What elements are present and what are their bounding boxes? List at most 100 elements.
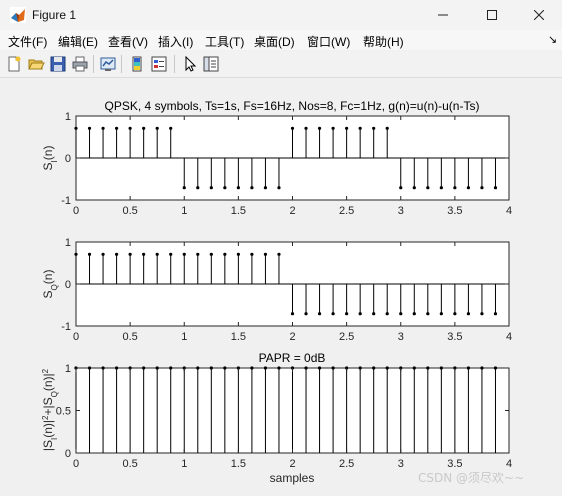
x-tick-label: 1.5 [231, 205, 246, 217]
stem-marker [466, 312, 471, 316]
property-editor-icon[interactable] [202, 55, 220, 73]
stem-marker [277, 366, 281, 370]
stem-marker [412, 312, 416, 316]
y-tick-label: 0 [65, 448, 71, 460]
menu-desktop[interactable]: 桌面(D) [254, 33, 295, 50]
stem-marker [142, 126, 146, 130]
y-tick-label: -1 [61, 321, 71, 333]
stem-marker [304, 366, 308, 370]
x-tick-label: 1 [181, 331, 187, 343]
x-tick-label: 0 [73, 205, 79, 217]
menu-file[interactable]: 文件(F) [8, 33, 47, 50]
open-file-icon[interactable] [27, 55, 45, 73]
maximize-button[interactable] [469, 0, 515, 30]
axes-in-phase[interactable]: 0 0.5 1 1.5 2 2.5 3 3.5 4-101 QPSK, 4 symbols, T… [41, 99, 512, 217]
title-bar: Figure 1 [0, 0, 562, 31]
save-icon[interactable] [49, 55, 67, 73]
stem-marker [169, 126, 173, 130]
stem-marker [317, 312, 322, 316]
x-tick-label: 3 [398, 205, 404, 217]
stem-marker [304, 126, 308, 130]
menu-view[interactable]: 查看(V) [108, 33, 148, 50]
stem-marker [196, 366, 200, 370]
stem-marker [114, 126, 119, 130]
stem-marker [399, 312, 403, 316]
stem-marker [439, 312, 443, 316]
stem-marker [372, 126, 376, 130]
stem-marker [493, 312, 498, 316]
stem-marker [87, 366, 92, 370]
stem-marker [358, 312, 362, 316]
stem-marker [236, 186, 240, 190]
stem-marker [345, 126, 349, 130]
stem-marker [372, 312, 376, 316]
link-plot-icon[interactable] [99, 55, 117, 73]
stem-marker [142, 252, 146, 256]
insert-colorbar-icon[interactable] [128, 55, 146, 73]
stem-marker [263, 186, 268, 190]
y-label-superscript: 2 [41, 368, 50, 373]
new-figure-icon[interactable] [5, 55, 23, 73]
stem-marker [87, 252, 92, 256]
stem-marker [412, 366, 416, 370]
stem-marker [480, 366, 484, 370]
toolbar-separator [93, 55, 94, 73]
toolbar [0, 51, 562, 78]
stem-marker [426, 312, 430, 316]
stem-marker [263, 366, 268, 370]
stem-marker [209, 366, 213, 370]
minimize-button[interactable] [420, 0, 466, 30]
stem-marker [101, 366, 105, 370]
pointer-icon[interactable] [181, 55, 199, 73]
stem-marker [209, 186, 213, 190]
x-tick-label: 0.5 [122, 205, 137, 217]
menu-help[interactable]: 帮助(H) [363, 33, 404, 50]
stem-marker [358, 126, 362, 130]
stem-marker [466, 186, 471, 190]
y-axis-label: SQ(n) [41, 270, 59, 299]
stem-marker [317, 126, 322, 130]
stem-marker [169, 252, 173, 256]
stem-marker [317, 366, 322, 370]
window-title: Figure 1 [32, 8, 77, 22]
menu-tools[interactable]: 工具(T) [205, 33, 244, 50]
stem-marker [142, 366, 146, 370]
x-tick-label: 2.5 [339, 458, 354, 470]
menu-edit[interactable]: 编辑(E) [58, 33, 98, 50]
x-tick-label: 1.5 [231, 331, 246, 343]
stem-marker [250, 252, 254, 256]
x-tick-label: 3.5 [447, 205, 462, 217]
y-tick-label: 0.5 [56, 406, 71, 418]
x-tick-label: 1 [181, 205, 187, 217]
stem-marker [101, 252, 105, 256]
menu-window[interactable]: 窗口(W) [307, 33, 350, 50]
toolbar-separator [121, 55, 122, 73]
stem-marker [209, 252, 213, 256]
menu-overflow-arrow[interactable]: ↘ [548, 33, 557, 46]
axes-quadrature[interactable]: 0 0.5 1 1.5 2 2.5 3 3.5 4-101 SQ(n) [41, 237, 512, 343]
axes-power[interactable]: 0 0.5 1 1.5 2 2.5 3 3.5 400.51 PAPR = 0dB sample… [41, 351, 513, 485]
stem-marker [385, 366, 389, 370]
stem-marker [453, 312, 457, 316]
stem-marker [345, 312, 349, 316]
x-tick-label: 0.5 [122, 331, 137, 343]
x-tick-label: 2 [289, 205, 295, 217]
menu-insert[interactable]: 插入(I) [158, 33, 193, 50]
insert-legend-icon[interactable] [150, 55, 168, 73]
print-icon[interactable] [71, 55, 89, 73]
close-button[interactable] [516, 0, 562, 30]
stem-marker [480, 312, 484, 316]
stem-marker [74, 252, 78, 256]
stem-marker [331, 126, 335, 130]
stem-marker [74, 126, 78, 130]
stem-marker [223, 186, 227, 190]
minimize-icon [438, 14, 448, 16]
stem-marker [426, 366, 430, 370]
stem-marker [290, 312, 295, 316]
csdn-watermark: CSDN @须尽欢~~ [418, 471, 525, 485]
stem-marker [155, 252, 159, 256]
stem-marker [331, 366, 335, 370]
stem-marker [128, 252, 132, 256]
x-tick-label: 0 [73, 331, 79, 343]
stem-marker [331, 312, 335, 316]
